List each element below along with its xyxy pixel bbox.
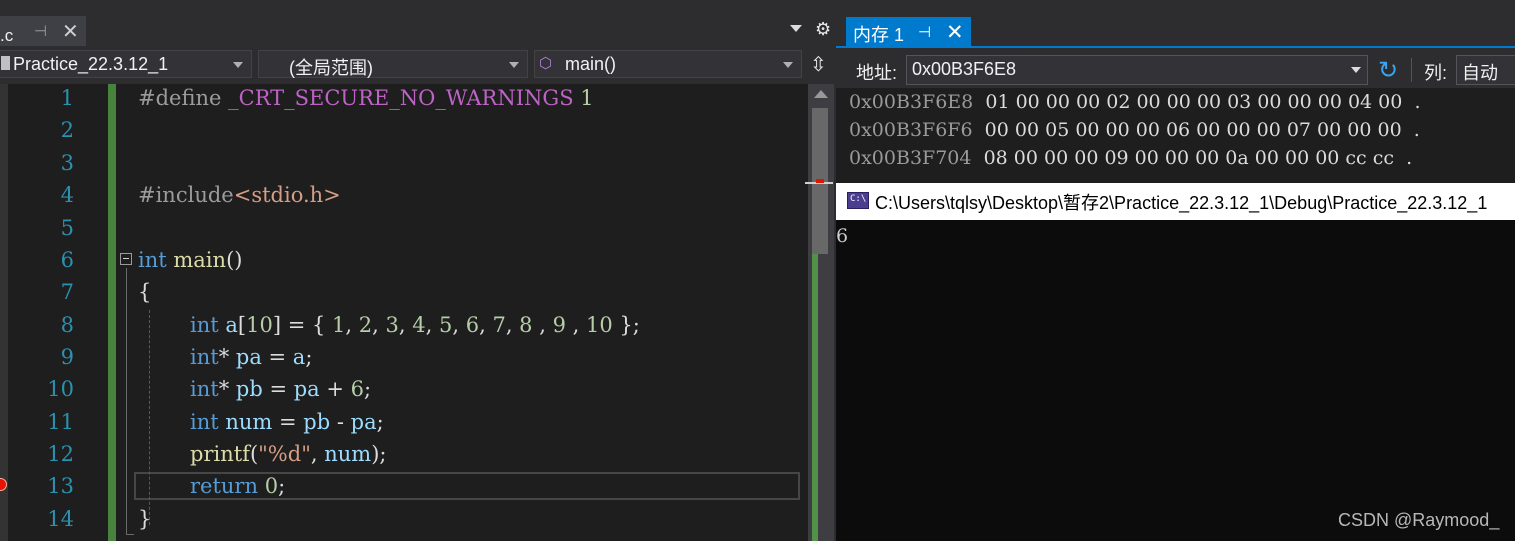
outline-line <box>126 268 127 534</box>
line-number: 14 <box>47 507 74 531</box>
columns-label: 列: <box>1424 63 1448 83</box>
code-line: { <box>138 280 152 304</box>
address-label: 地址: <box>856 63 898 83</box>
code-line: #define _CRT_SECURE_NO_WARNINGS 1 <box>138 86 594 110</box>
memory-bytes: 08 00 00 00 09 00 00 00 0a 00 00 00 cc c… <box>983 147 1395 169</box>
memory-ascii: . <box>1413 119 1420 141</box>
code-line: #include<stdio.h> <box>138 183 341 207</box>
editor-tab-bar <box>0 0 835 46</box>
member-dropdown-label: main() <box>565 54 617 74</box>
chevron-down-icon <box>509 62 519 68</box>
line-number: 2 <box>60 118 74 142</box>
line-number: 11 <box>47 410 74 434</box>
console-title: C:\Users\tqlsy\Desktop\暂存2\Practice_22.3… <box>875 193 1488 213</box>
gear-icon[interactable]: ⚙ <box>815 19 831 40</box>
line-number: 8 <box>60 313 74 337</box>
scope-dropdown[interactable]: (全局范围) <box>258 50 528 78</box>
tab-memory-1-label: 内存 1 <box>853 25 905 45</box>
code-line: int a[10] = { 1, 2, 3, 4, 5, 6, 7, 8 , 9… <box>190 313 640 337</box>
project-icon <box>1 56 10 70</box>
code-line: int* pb = pa + 6; <box>190 377 372 401</box>
change-tracking-bar <box>108 84 116 541</box>
line-number: 6 <box>60 248 74 272</box>
code-line: int* pa = a; <box>190 345 313 369</box>
line-number: 7 <box>60 280 74 304</box>
memory-bytes: 00 00 05 00 00 00 06 00 00 00 07 00 00 0… <box>984 119 1402 141</box>
line-number: 3 <box>60 151 74 175</box>
memory-address: 0x00B3F6F6 <box>849 119 973 141</box>
address-input-value[interactable]: 0x00B3F6E8 <box>912 59 1016 80</box>
scrollbar-breakpoint-mark <box>816 179 824 183</box>
pin-icon[interactable]: ⊣ <box>918 23 931 41</box>
line-number: 1 <box>60 86 74 110</box>
toolbar-separator <box>1411 58 1412 82</box>
code-line: int num = pb - pa; <box>190 410 384 434</box>
project-dropdown[interactable]: Practice_22.3.12_1 <box>0 50 252 78</box>
line-number: 9 <box>60 345 74 369</box>
tab-list-dropdown-icon[interactable] <box>790 25 802 32</box>
chevron-down-icon[interactable] <box>1351 67 1361 73</box>
line-number: 10 <box>47 377 74 401</box>
code-line: return 0; <box>190 474 286 498</box>
memory-address: 0x00B3F704 <box>849 147 972 169</box>
tab-source-file-label: 源.c <box>0 26 14 45</box>
chevron-down-icon <box>233 62 243 68</box>
line-number: 4 <box>60 183 74 207</box>
console-window[interactable] <box>836 183 1515 541</box>
member-dropdown[interactable]: ⬡ main() <box>534 50 802 78</box>
pin-icon[interactable]: ⊣ <box>34 22 47 40</box>
indent-guide <box>149 310 150 525</box>
memory-address: 0x00B3F6E8 <box>849 91 974 113</box>
console-app-icon-glyph: C:\ <box>850 194 867 204</box>
memory-bytes: 01 00 00 00 02 00 00 00 03 00 00 00 04 0… <box>985 91 1403 113</box>
memory-ascii: . <box>1406 147 1413 169</box>
refresh-icon[interactable]: ↻ <box>1378 56 1398 85</box>
line-number: 5 <box>60 216 74 240</box>
console-output: 6 <box>836 225 849 247</box>
code-line: int main() <box>138 248 243 272</box>
project-dropdown-label: Practice_22.3.12_1 <box>13 54 169 74</box>
indicator-margin[interactable] <box>0 84 8 541</box>
line-number: 13 <box>47 474 74 498</box>
columns-select-value[interactable]: 自动 <box>1462 59 1498 85</box>
line-number: 12 <box>47 442 74 466</box>
split-icon[interactable]: ⇳ <box>810 52 827 77</box>
close-icon[interactable]: ✕ <box>946 20 964 45</box>
collapse-icon[interactable] <box>120 253 132 265</box>
scope-dropdown-label: (全局范围) <box>289 58 373 78</box>
memory-row: 0x00B3F6F6 00 00 05 00 00 00 06 00 00 00… <box>849 119 1420 141</box>
memory-row: 0x00B3F704 08 00 00 00 09 00 00 00 0a 00… <box>849 147 1412 169</box>
watermark: CSDN @Raymood_ <box>1338 510 1500 530</box>
code-line: printf("%d", num); <box>190 442 387 466</box>
scroll-up-icon[interactable] <box>814 90 828 98</box>
cube-icon: ⬡ <box>539 55 553 72</box>
close-icon[interactable]: ✕ <box>62 19 79 44</box>
memory-ascii: . <box>1414 91 1421 113</box>
memory-row: 0x00B3F6E8 01 00 00 00 02 00 00 00 03 00… <box>849 91 1421 113</box>
outline-line-end <box>126 534 134 535</box>
code-line: } <box>138 507 152 531</box>
chevron-down-icon <box>783 62 793 68</box>
